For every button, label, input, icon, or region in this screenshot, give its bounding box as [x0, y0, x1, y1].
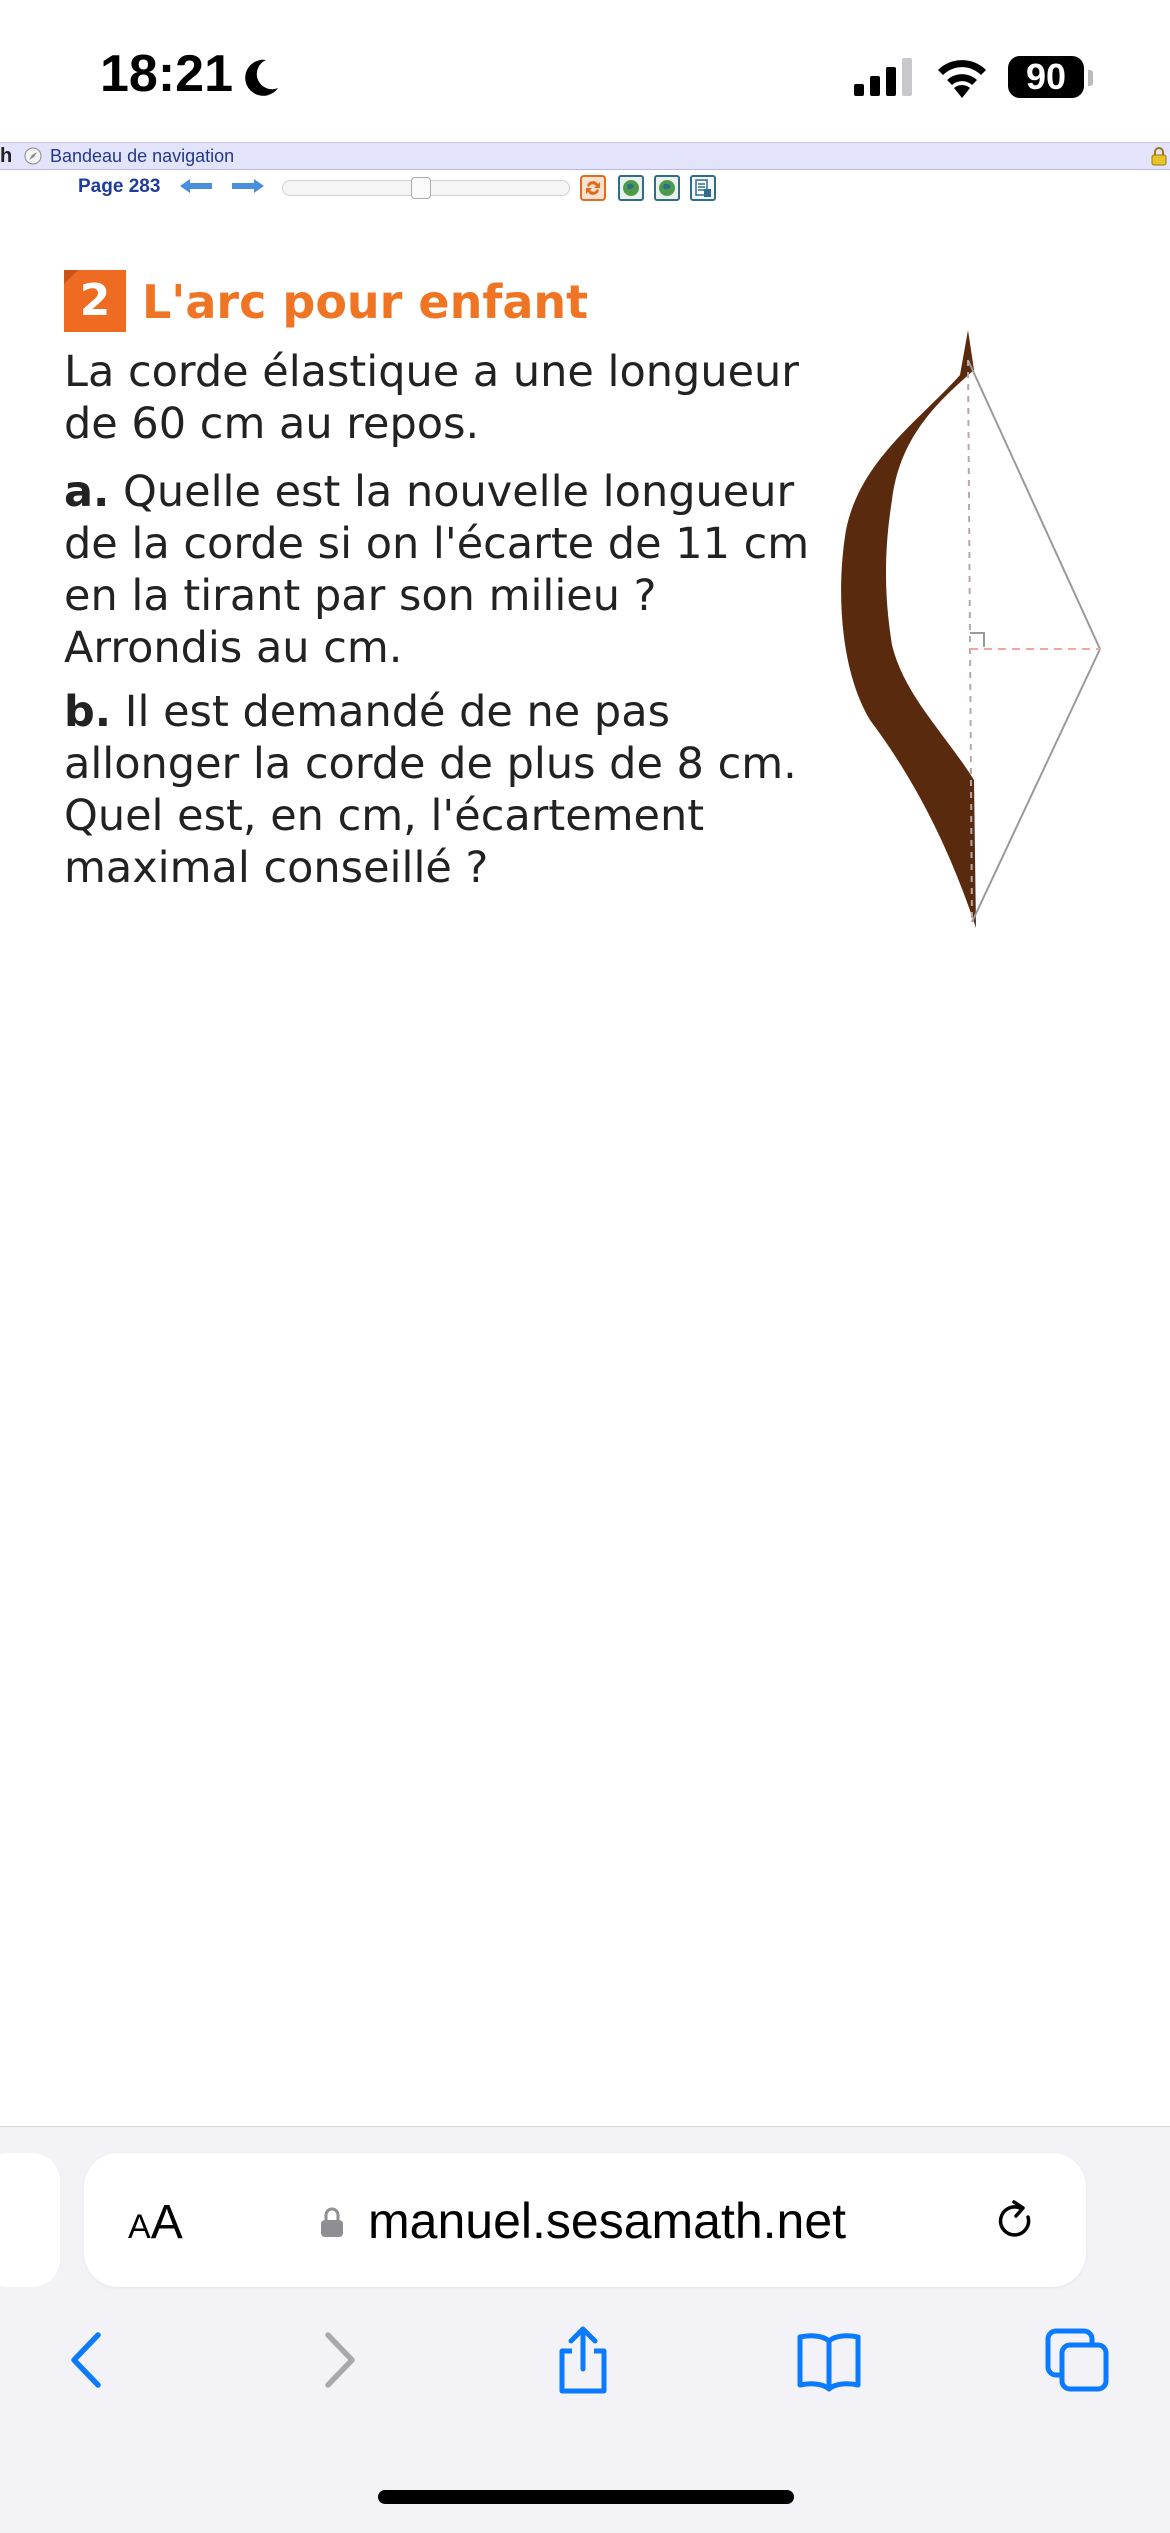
- url-text[interactable]: manuel.sesamath.net: [368, 2191, 846, 2251]
- reload-icon[interactable]: [992, 2197, 1040, 2245]
- cellular-signal-icon: [854, 58, 912, 96]
- part-b-text: Il est demandé de ne pas allonger la cor…: [64, 687, 797, 893]
- browser-toolbar: AA manuel.sesamath.net: [0, 2126, 1170, 2533]
- back-icon[interactable]: [54, 2325, 120, 2395]
- part-a-label: a.: [64, 467, 110, 517]
- document-tool-icon[interactable]: [690, 175, 716, 201]
- compass-icon[interactable]: [24, 147, 42, 165]
- padlock-icon[interactable]: [1150, 146, 1168, 166]
- address-bar[interactable]: AA manuel.sesamath.net: [84, 2153, 1086, 2287]
- page-slider[interactable]: [282, 177, 570, 199]
- battery-cap: [1088, 70, 1093, 86]
- forward-icon[interactable]: [306, 2325, 372, 2395]
- share-icon[interactable]: [550, 2325, 616, 2395]
- bow-limb: [841, 330, 976, 928]
- wifi-icon: [938, 60, 986, 98]
- battery-level: 90: [1008, 56, 1084, 98]
- exercise-intro: La corde élastique a une longueur de 60 …: [64, 347, 799, 449]
- right-angle-mark: [970, 632, 985, 647]
- exercise-title: L'arc pour enfant: [142, 275, 589, 329]
- nav-edge-letter: h: [0, 145, 13, 167]
- globe-tool-icon[interactable]: [618, 175, 644, 201]
- page-number-label: Page 283: [78, 176, 161, 197]
- bookmarks-icon[interactable]: [796, 2325, 862, 2395]
- arrow-right-icon[interactable]: [230, 178, 266, 194]
- refresh-tool-icon[interactable]: [580, 175, 606, 201]
- exercise-number: 2: [79, 275, 111, 326]
- home-indicator: [378, 2490, 794, 2504]
- page-toolbar: Page 283: [0, 170, 1170, 206]
- previous-tab-peek[interactable]: [0, 2153, 60, 2287]
- tabs-icon[interactable]: [1044, 2325, 1110, 2395]
- part-a-text: Quelle est la nouvelle longueur de la co…: [64, 467, 810, 673]
- status-bar: 18:21 90: [0, 0, 1170, 140]
- status-time: 18:21: [100, 45, 233, 103]
- bow-string-upper: [967, 359, 1101, 650]
- bow-figure: [841, 330, 1101, 928]
- bow-string-lower: [971, 648, 1101, 923]
- part-b-label: b.: [64, 687, 112, 737]
- moon-icon: [245, 59, 278, 96]
- navigation-banner: h Bandeau de navigation: [0, 142, 1170, 170]
- page-slider-thumb[interactable]: [411, 177, 431, 199]
- globe-tool-icon-2[interactable]: [654, 175, 680, 201]
- arrow-left-icon[interactable]: [178, 178, 214, 194]
- navigation-banner-title[interactable]: Bandeau de navigation: [50, 143, 234, 169]
- lock-icon: [321, 2207, 343, 2237]
- exercise-part-b: b. Il est demandé de ne pas allonger la …: [64, 686, 844, 894]
- exercise-card: 2 L'arc pour enfant La corde élastique a…: [0, 260, 1170, 940]
- exercise-part-a: a. Quelle est la nouvelle longueur de la…: [64, 466, 844, 674]
- exercise-number-badge: 2: [64, 270, 126, 332]
- reader-text-size-button[interactable]: AA: [128, 2195, 183, 2249]
